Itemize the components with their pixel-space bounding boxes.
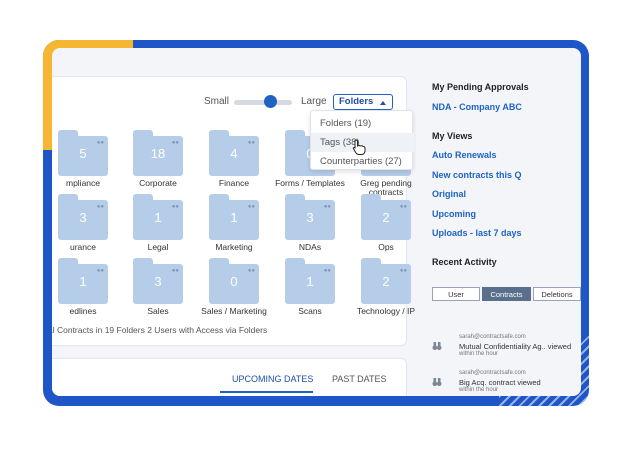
dropdown-option-folders[interactable]: Folders (19)	[311, 114, 414, 133]
activity-tab-user[interactable]: User	[432, 287, 480, 301]
view-uploads-last-7[interactable]: Uploads - last 7 days	[432, 228, 522, 238]
binoculars-icon	[432, 378, 442, 387]
folder-label: Sales / Marketing	[201, 306, 267, 316]
activity-user: sarah@contractsafe.com	[459, 370, 526, 376]
folder-label: Ops	[378, 242, 394, 252]
folder-label: Technology / IP	[356, 306, 416, 316]
size-slider[interactable]	[234, 100, 292, 105]
tab-upcoming-dates[interactable]: UPCOMING DATES	[232, 374, 313, 384]
folder-label: Marketing	[215, 242, 253, 252]
folder-count: 3	[306, 210, 314, 225]
folder-count: 2	[382, 274, 390, 289]
pending-item-nda[interactable]: NDA - Company ABC	[432, 102, 522, 112]
activity-text: Mutual Confidentiality Ag.. viewed	[459, 342, 572, 351]
folder-count: 3	[79, 210, 87, 225]
folder-count: 1	[79, 274, 87, 289]
folder-count: 5	[79, 146, 87, 161]
folder-label: Scans	[298, 306, 322, 316]
folder-label: Forms / Templates	[275, 178, 345, 188]
view-original[interactable]: Original	[432, 189, 466, 199]
tab-past-dates[interactable]: PAST DATES	[332, 374, 387, 384]
folder-count: 1	[230, 210, 238, 225]
folder-count: 4	[230, 146, 238, 161]
my-views-heading: My Views	[432, 131, 473, 141]
view-new-contracts[interactable]: New contracts this Q	[432, 170, 522, 180]
folder-label: Sales	[147, 306, 169, 316]
right-sidebar: My Pending Approvals NDA - Company ABC M…	[432, 48, 581, 396]
folder-label: Legal	[147, 242, 169, 252]
view-auto-renewals[interactable]: Auto Renewals	[432, 150, 497, 160]
activity-time: within the hour	[459, 351, 499, 357]
size-large-label: Large	[301, 96, 327, 107]
folder-label: Greg pending contracts	[360, 178, 412, 197]
folder-count: 0	[230, 274, 238, 289]
activity-tab-deletions[interactable]: Deletions	[533, 287, 581, 301]
folder-label: mpliance	[65, 178, 101, 188]
caret-up-icon	[380, 101, 386, 105]
binoculars-icon	[432, 342, 442, 351]
activity-text: Big Acq. contract viewed	[459, 378, 541, 387]
activity-time: within the hour	[459, 387, 499, 393]
active-tab-indicator	[220, 391, 313, 393]
view-upcoming[interactable]: Upcoming	[432, 209, 476, 219]
size-slider-thumb[interactable]	[264, 95, 277, 108]
folder-count: 3	[154, 274, 162, 289]
app-screen: Small Large Folders ●● 5 mpliance ●● 18 Corpo…	[52, 48, 581, 396]
folder-count: 18	[150, 146, 166, 161]
view-type-value: Folders	[339, 96, 374, 107]
folder-count: 1	[306, 274, 314, 289]
folder-label: Finance	[218, 178, 250, 188]
folder-count: 2	[382, 210, 390, 225]
view-type-select[interactable]: Folders	[333, 94, 393, 110]
folder-label: NDAs	[298, 242, 322, 252]
folder-label: urance	[70, 242, 96, 252]
folder-label: edlines	[69, 306, 97, 316]
folder-summary: al Contracts in 19 Folders 2 Users with …	[52, 325, 268, 335]
recent-activity-heading: Recent Activity	[432, 257, 497, 267]
activity-tab-contracts[interactable]: Contracts	[482, 287, 531, 301]
hand-cursor-icon	[352, 139, 366, 155]
folder-label: Corporate	[139, 178, 177, 188]
size-small-label: Small	[204, 96, 230, 107]
activity-user: sarah@contractsafe.com	[459, 334, 526, 340]
folder-count: 1	[154, 210, 162, 225]
pending-approvals-heading: My Pending Approvals	[432, 82, 529, 92]
dates-tabs: UPCOMING DATES PAST DATES	[220, 374, 402, 394]
